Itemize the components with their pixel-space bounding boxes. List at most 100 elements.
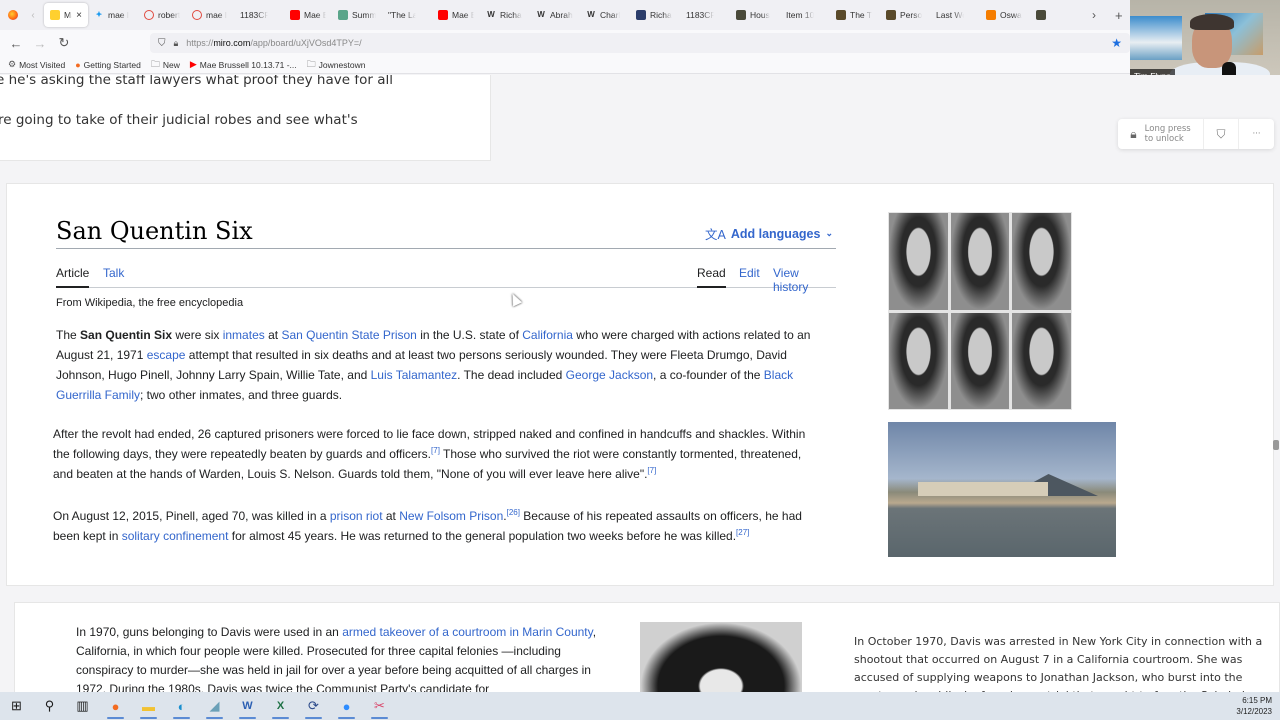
tab-title: The T xyxy=(850,10,873,20)
long-press-unlock-button[interactable]: 🔒︎ Long press to unlock xyxy=(1118,119,1204,149)
browser-tab[interactable]: mae l xyxy=(186,3,234,27)
citation-link[interactable]: [7] xyxy=(431,446,440,455)
browser-tab[interactable]: Mae E xyxy=(284,3,332,27)
browser-tab[interactable]: Item 10.p xyxy=(780,3,830,27)
wall-painting xyxy=(1130,16,1182,60)
tracking-shield-icon[interactable]: ⛉ xyxy=(158,38,166,49)
tab-overflow-left-icon[interactable]: ‹ xyxy=(22,10,44,21)
miro-board-canvas[interactable]: e he's asking the staff lawyers what pro… xyxy=(0,75,1280,692)
mugshot xyxy=(1012,312,1071,409)
firefox-menu-icon[interactable] xyxy=(4,10,22,20)
lock-icon[interactable]: 🔒︎ xyxy=(174,38,179,49)
close-tab-icon[interactable]: × xyxy=(76,10,82,21)
bookmark-item[interactable]: ⚙ Most Visited xyxy=(8,59,65,70)
snipping-tool-icon[interactable]: ✂ xyxy=(363,692,396,720)
text-card[interactable]: e he's asking the staff lawyers what pro… xyxy=(0,75,491,161)
mugshot xyxy=(1012,213,1071,310)
citation-link[interactable]: [7] xyxy=(647,466,656,475)
browser-tab[interactable]: Richa xyxy=(630,3,680,27)
angela-davis-photo[interactable] xyxy=(640,622,802,692)
back-button[interactable]: ← xyxy=(4,36,28,51)
forward-button[interactable]: → xyxy=(28,36,52,51)
browser-tab[interactable]: Summ xyxy=(332,3,382,27)
reload-button[interactable]: ↻ xyxy=(52,35,76,51)
archive-icon xyxy=(836,10,846,20)
link-san-quentin-state-prison[interactable]: San Quentin State Prison xyxy=(281,328,416,342)
link-new-folsom-prison[interactable]: New Folsom Prison xyxy=(399,509,503,523)
page-tabs: Article Talk Read Edit View history xyxy=(56,264,836,294)
search-icon[interactable]: ⚲ xyxy=(33,692,66,720)
mugshot xyxy=(950,312,1010,409)
browser-tab[interactable]: Last Word xyxy=(930,3,980,27)
link-inmates[interactable]: inmates xyxy=(223,328,265,342)
app-icon[interactable]: ◢ xyxy=(198,692,231,720)
word-icon[interactable]: W xyxy=(231,692,264,720)
page-title: San Quentin Six xyxy=(56,217,253,245)
wikipedia-screenshot-card[interactable]: San Quentin Six 文A Add languages ⌄ Artic… xyxy=(6,183,1274,586)
edge-icon[interactable]: ◐ xyxy=(165,692,198,720)
browser-tab[interactable]: Hous xyxy=(730,3,780,27)
new-tab-button[interactable]: + xyxy=(1115,8,1123,23)
browser-tab[interactable]: robert xyxy=(138,3,186,27)
tab-edit[interactable]: Edit xyxy=(739,266,760,286)
mugshots-image[interactable] xyxy=(888,212,1072,410)
browser-tab[interactable]: W Charl xyxy=(580,3,630,27)
bookmark-item[interactable]: 🗀︎ Jownestown xyxy=(307,57,366,73)
bookmark-item[interactable]: ● Getting Started xyxy=(75,60,141,70)
add-languages-button[interactable]: 文A Add languages ⌄ xyxy=(705,224,833,243)
tab-title: Item 10.p xyxy=(786,10,814,20)
link-luis-talamantez[interactable]: Luis Talamantez xyxy=(371,368,458,382)
browser-tab[interactable]: Mae E xyxy=(432,3,480,27)
system-clock[interactable]: 6:15 PM 3/12/2023 xyxy=(1236,695,1272,717)
prison-photo[interactable] xyxy=(888,422,1116,557)
remote-app-icon[interactable]: ⟳ xyxy=(297,692,330,720)
citation-link[interactable]: [27] xyxy=(736,528,749,537)
browser-tab[interactable]: 1183CF93 xyxy=(680,3,730,27)
unlock-label: Long press to unlock xyxy=(1144,124,1191,144)
task-view-icon[interactable]: ▥ xyxy=(66,692,99,720)
link-escape[interactable]: escape xyxy=(147,348,186,362)
link-prison-riot[interactable]: prison riot xyxy=(330,509,383,523)
browser-tab[interactable]: The T xyxy=(830,3,880,27)
url-bar[interactable]: ⛉ 🔒︎ https://miro.com/app/board/uXjVOsd4… xyxy=(150,33,1130,53)
tab-article[interactable]: Article xyxy=(56,266,90,288)
link-solitary-confinement[interactable]: solitary confinement xyxy=(122,529,229,543)
tab-talk[interactable]: Talk xyxy=(103,266,124,286)
firefox-icon[interactable]: ● xyxy=(99,692,132,720)
more-options-button[interactable]: ··· xyxy=(1239,119,1274,149)
browser-tab[interactable]: Perso xyxy=(880,3,930,27)
tab-title: Richa xyxy=(500,10,522,20)
tab-view-history[interactable]: View history xyxy=(773,266,836,300)
bookmark-star-icon[interactable]: ★ xyxy=(1111,36,1122,50)
lock-shield-button[interactable]: ⛉ xyxy=(1204,119,1239,149)
tab-title: Hous xyxy=(750,10,770,20)
canvas-scroll-indicator[interactable] xyxy=(1273,440,1279,450)
card-text-line: re going to take of their judicial robes… xyxy=(0,112,358,128)
bookmark-label: New xyxy=(162,59,180,70)
browser-tab[interactable]: 1183CF93 xyxy=(234,3,284,27)
tab-active[interactable]: Ma × xyxy=(44,3,88,27)
browser-tab[interactable]: W Abrah xyxy=(530,3,580,27)
mugshot xyxy=(889,213,948,310)
citation-link[interactable]: [26] xyxy=(507,508,520,517)
tab-scroll-right-icon[interactable]: › xyxy=(1092,8,1096,22)
link-marin-county-takeover[interactable]: armed takeover of a courtroom in Marin C… xyxy=(342,625,593,639)
youtube-icon xyxy=(438,10,448,20)
browser-tab[interactable]: W Richa xyxy=(480,3,530,27)
tab-title: Last Word xyxy=(936,10,964,20)
browser-tab[interactable]: ✦ mae l xyxy=(88,3,138,27)
davis-card[interactable]: In 1970, guns belonging to Davis were us… xyxy=(14,602,1280,692)
tab-read[interactable]: Read xyxy=(697,266,726,288)
excel-icon[interactable]: X xyxy=(264,692,297,720)
zoom-icon[interactable]: ● xyxy=(330,692,363,720)
start-icon[interactable]: ⊞ xyxy=(0,692,33,720)
bookmark-item[interactable]: 🗀︎ New xyxy=(151,57,180,73)
bookmark-item[interactable]: ▶ Mae Brussell 10.13.71 -... xyxy=(190,59,297,70)
browser-tab[interactable] xyxy=(1030,3,1052,27)
file-explorer-icon[interactable]: ▬ xyxy=(132,692,165,720)
link-george-jackson[interactable]: George Jackson xyxy=(566,368,653,382)
browser-tab[interactable]: Oswa xyxy=(980,3,1030,27)
tab-title: mae l xyxy=(108,10,129,20)
browser-tab[interactable]: "The Last xyxy=(382,3,432,27)
link-california[interactable]: California xyxy=(522,328,573,342)
